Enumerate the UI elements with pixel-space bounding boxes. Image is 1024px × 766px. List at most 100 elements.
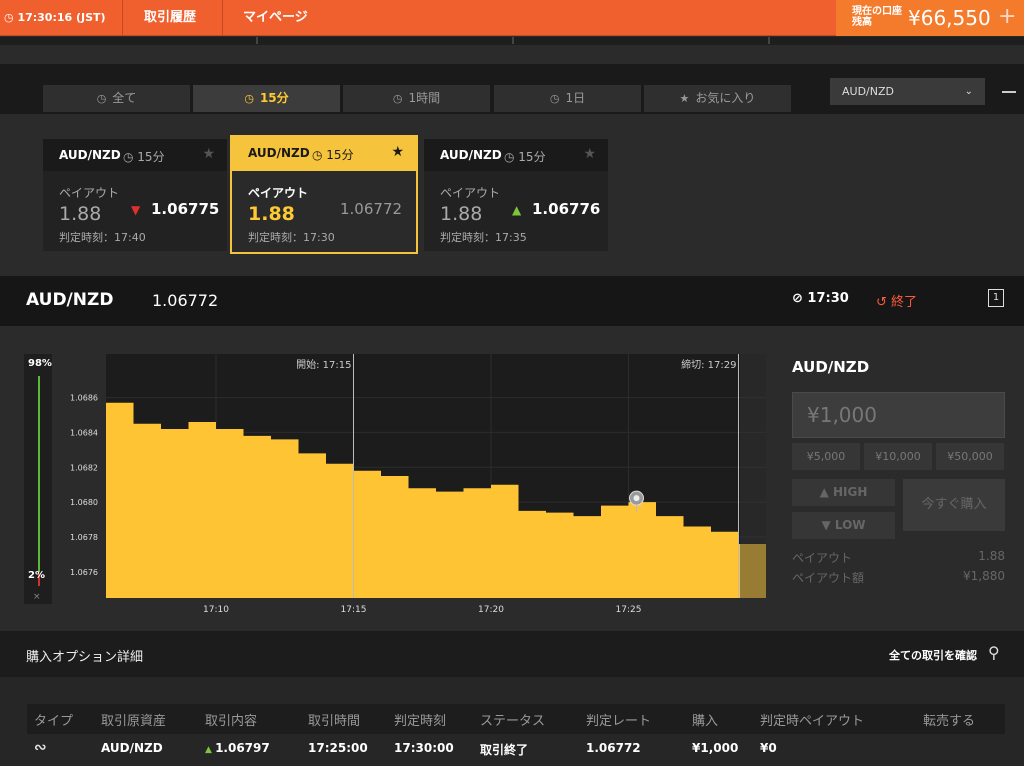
rate-down-icon: ▼ <box>131 203 141 217</box>
strip-tick <box>768 37 770 44</box>
payout-amount-label: ペイアウト額 <box>792 571 865 585</box>
payout-amount-row: ペイアウト額 ¥1,880 <box>792 569 1005 586</box>
row-content-text: 1.06797 <box>215 741 270 755</box>
payout-value: 1.88 <box>248 203 295 225</box>
judge-time: 判定時刻：17:35 <box>440 231 527 244</box>
pair-select[interactable]: AUD/NZD ⌄ <box>830 78 985 105</box>
tab-label: 全て <box>112 91 137 105</box>
single-chart-icon[interactable]: 1 <box>988 289 1004 307</box>
y-tick-label: 1.0686 <box>70 394 98 403</box>
payout-label: ペイアウト <box>792 551 853 565</box>
divider <box>222 0 223 36</box>
gauge-high-bar <box>38 376 40 572</box>
sub-strip <box>0 37 1024 45</box>
card-pair: AUD/NZD <box>59 148 121 162</box>
option-card[interactable]: AUD/NZD ◷ 15分 ★ ペイアウト 1.88 ▼ 1.06775 判定時… <box>43 139 227 251</box>
amount-50000-button[interactable]: ¥50,000 <box>936 443 1004 470</box>
y-tick-label: 1.0682 <box>70 463 98 472</box>
gauge-low-percent: 2% <box>28 570 45 581</box>
collapse-button[interactable] <box>1002 91 1016 93</box>
payout-label: ペイアウト <box>248 186 309 200</box>
strip-tick <box>512 37 514 44</box>
no-entry-icon: ⊘ <box>792 291 808 306</box>
option-card[interactable]: AUD/NZD ◷ 15分 ★ ペイアウト 1.88 ▲ 1.06776 判定時… <box>424 139 608 251</box>
amount-10000-button[interactable]: ¥10,000 <box>864 443 932 470</box>
col-purchase: 購入 <box>692 714 719 729</box>
high-button[interactable]: ▲ HIGH <box>792 479 895 506</box>
tab-all[interactable]: ◷ 全て <box>43 85 190 112</box>
clock-icon: ◷ <box>244 92 254 105</box>
duration-text: 15分 <box>326 148 354 162</box>
amount-5000-button[interactable]: ¥5,000 <box>792 443 860 470</box>
clock-icon: ◷ <box>96 92 107 105</box>
balance-label: 現在の口座残高 <box>852 6 902 28</box>
expiry-time-text: 17:30 <box>807 291 849 306</box>
details-header: 購入オプション詳細 全ての取引を確認 ⚲ <box>0 631 1024 677</box>
current-rate: 1.06772 <box>152 291 219 310</box>
clock-icon: ◷ <box>312 148 327 162</box>
tab-label: 1時間 <box>408 91 441 105</box>
trade-status-text: 終了 <box>891 295 918 310</box>
tab-1day[interactable]: ◷ 1日 <box>494 85 641 112</box>
card-duration: ◷ 15分 <box>123 148 165 165</box>
arrow-up-icon: ▲ <box>819 485 833 499</box>
close-icon[interactable]: × <box>33 592 41 602</box>
row-asset: AUD/NZD <box>101 741 163 755</box>
payout-value: 1.88 <box>59 203 102 225</box>
tab-15min[interactable]: ◷ 15分 <box>193 85 340 112</box>
row-trade-time: 17:25:00 <box>308 741 368 755</box>
option-card-selected[interactable]: AUD/NZD ◷ 15分 ★ ペイアウト 1.88 1.06772 判定時刻：… <box>230 135 418 254</box>
tab-label: 15分 <box>259 91 289 105</box>
amount-input[interactable]: ¥1,000 <box>792 392 1005 438</box>
tab-1hour[interactable]: ◷ 1時間 <box>343 85 490 112</box>
search-icon[interactable]: ⚲ <box>988 643 1000 662</box>
col-judge-rate: 判定レート <box>586 714 652 729</box>
marker-dot <box>633 495 640 502</box>
details-title: 購入オプション詳細 <box>26 650 144 665</box>
tab-favorites[interactable]: ★ お気に入り <box>644 85 791 112</box>
row-content: ▲ 1.06797 <box>205 741 270 755</box>
row-status: 取引終了 <box>480 743 529 757</box>
y-tick-label: 1.0678 <box>70 533 98 542</box>
judge-time: 判定時刻：17:40 <box>59 231 146 244</box>
balance-value: ¥66,550 <box>908 6 991 30</box>
payout-value: 1.88 <box>440 203 483 225</box>
pair-select-value: AUD/NZD <box>842 85 894 98</box>
card-rate: 1.06772 <box>340 200 403 218</box>
mypage-link[interactable]: マイページ <box>243 0 308 36</box>
row-payout: ¥0 <box>760 741 777 755</box>
low-label: LOW <box>834 518 866 532</box>
favorite-star-icon[interactable]: ★ <box>202 146 215 162</box>
payout-label: ペイアウト <box>59 186 120 200</box>
end-label: 締切: 17:29 <box>681 358 736 371</box>
col-status: ステータス <box>480 714 546 729</box>
buy-now-button[interactable]: 今すぐ購入 <box>903 479 1005 531</box>
deposit-plus-button[interactable]: + <box>998 0 1016 34</box>
trade-history-link[interactable]: 取引履歴 <box>144 0 196 36</box>
x-tick-label: 17:25 <box>616 605 642 615</box>
expiry-zone <box>740 354 766 598</box>
judge-time: 判定時刻：17:30 <box>248 231 335 244</box>
payout-row: ペイアウト 1.88 <box>792 549 1005 566</box>
sentiment-gauge: 98% 2% × <box>24 354 52 604</box>
card-duration: ◷ 15分 <box>504 148 546 165</box>
clock-text: 17:30:16 (JST) <box>17 11 106 24</box>
highlow-icon: ∾ <box>34 738 47 756</box>
x-axis-ticks: 17:10 17:15 17:20 17:25 <box>203 605 641 615</box>
favorite-star-icon[interactable]: ★ <box>583 146 596 162</box>
divider <box>122 0 123 36</box>
clock-icon: ◷ <box>4 11 18 24</box>
asset-info-bar: AUD/NZD 1.06772 ⊘ 17:30 ↺ 終了 1 <box>0 276 1024 326</box>
x-tick-label: 17:20 <box>478 605 504 615</box>
favorite-star-icon[interactable]: ★ <box>391 144 404 160</box>
start-label: 開始: 17:15 <box>296 358 351 371</box>
rate-chart[interactable]: 1.0686 1.0684 1.0682 1.0680 1.0678 1.0676 17:… <box>60 350 772 618</box>
low-button[interactable]: ▼ LOW <box>792 512 895 539</box>
clock-icon: ◷ <box>504 150 519 164</box>
top-bar: ◷ 17:30:16 (JST) 取引履歴 マイページ 現在の口座残高 ¥66,… <box>0 0 1024 36</box>
gauge-high-percent: 98% <box>28 358 52 369</box>
col-judge-time: 判定時刻 <box>394 714 447 729</box>
col-payout: 判定時ペイアウト <box>760 714 865 729</box>
view-all-trades-link[interactable]: 全ての取引を確認 <box>889 647 977 663</box>
col-type: タイプ <box>34 714 74 729</box>
